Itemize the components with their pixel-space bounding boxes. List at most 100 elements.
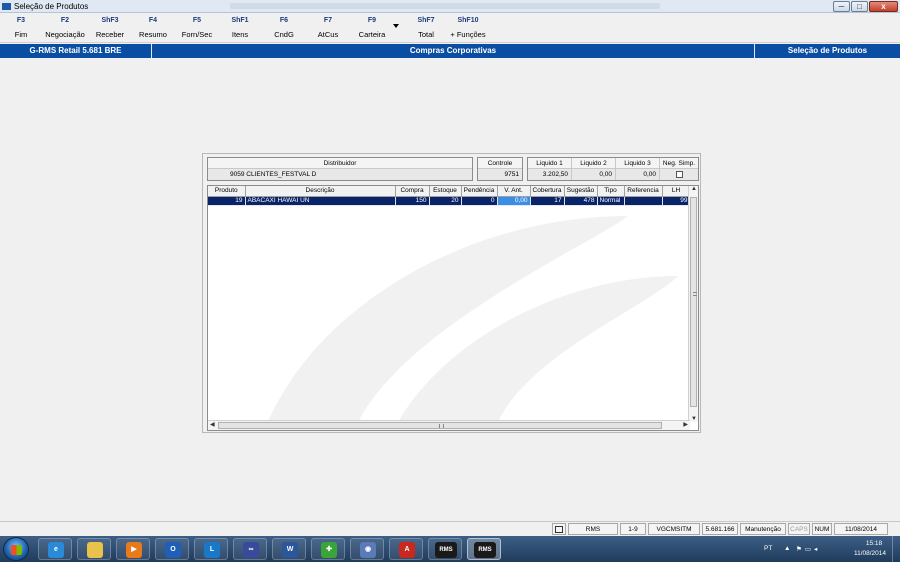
fkey-receber[interactable]: ShF3 Receber <box>92 17 128 39</box>
product-selection-panel: Distribuidor 9059 CLIENTES_FESTVAL D Con… <box>202 153 701 433</box>
status-num: NUM <box>812 523 832 535</box>
windows-logo-icon <box>11 545 22 555</box>
fkey-mais-funcoes[interactable]: ShF10 + Funções <box>448 17 488 39</box>
distribuidor-label: Distribuidor <box>208 158 472 169</box>
taskbar-remote-app-button[interactable]: ◉ <box>350 538 384 560</box>
cell-sugestao[interactable]: 478 <box>564 196 598 206</box>
col-sugestao[interactable]: Sugestão <box>564 186 598 197</box>
fkey-code: F9 <box>367 17 377 24</box>
fkey-fim[interactable]: F3 Fim <box>6 17 36 39</box>
taskbar-internet-explorer-button[interactable]: e <box>38 538 72 560</box>
col-produto[interactable]: Produto <box>208 186 246 197</box>
scroll-right-icon[interactable]: ▶ <box>683 421 688 428</box>
col-lh[interactable]: LH <box>662 186 691 197</box>
taskbar-pdf-reader-button[interactable]: A <box>389 538 423 560</box>
clock-time[interactable]: 15:18 <box>856 540 892 547</box>
cell-pendencia[interactable]: 0 <box>461 196 498 206</box>
liquido-group: Liquido 1 3.202,50 Liquido 2 0,00 Liquid… <box>527 157 699 181</box>
start-button[interactable] <box>3 537 29 561</box>
col-compra[interactable]: Compra <box>395 186 430 197</box>
fkey-code: ShF3 <box>101 17 119 24</box>
chevron-down-icon[interactable] <box>393 24 399 28</box>
cell-lh[interactable]: 99 <box>662 196 691 206</box>
controle-value: 9751 <box>478 169 522 180</box>
cell-estoque[interactable]: 20 <box>429 196 462 206</box>
fkey-carteira[interactable]: F9 Carteira <box>354 17 390 39</box>
tray-expand-icon[interactable]: ▲ <box>784 545 790 552</box>
rms-1-icon: RMS <box>435 542 457 558</box>
taskbar-word-button[interactable]: W <box>272 538 306 560</box>
status-bar: RMS 1-9 VGCMSITM 5.681.166 Manutenção CA… <box>0 521 900 535</box>
fkey-itens[interactable]: ShF1 Itens <box>224 17 256 39</box>
scroll-left-icon[interactable]: ◀ <box>210 421 215 428</box>
col-v-ant[interactable]: V. Ant. <box>497 186 531 197</box>
liquido1-value: 3.202,50 <box>528 169 571 180</box>
maximize-button[interactable]: □ <box>851 1 868 12</box>
scroll-up-icon[interactable]: ▲ <box>691 186 697 192</box>
fkey-code: ShF7 <box>417 17 435 24</box>
liquido3-label: Liquido 3 <box>616 158 659 169</box>
status-version: 5.681.166 <box>702 523 738 535</box>
vertical-scrollbar[interactable]: ▲ ▼ <box>688 186 698 422</box>
minimize-button[interactable]: ─ <box>833 1 850 12</box>
fkey-resumo[interactable]: F4 Resumo <box>136 17 170 39</box>
taskbar-lync-button[interactable]: L <box>194 538 228 560</box>
watermark-logo <box>268 216 678 422</box>
fkey-negociacao[interactable]: F2 Negociação <box>42 17 88 39</box>
col-estoque[interactable]: Estoque <box>429 186 462 197</box>
fkey-cndg[interactable]: F6 CndG <box>268 17 300 39</box>
cell-tipo[interactable]: Normal <box>597 196 625 206</box>
taskbar-connector-button[interactable]: ∞ <box>233 538 267 560</box>
taskbar-media-player-button[interactable]: ▶ <box>116 538 150 560</box>
col-tipo[interactable]: Tipo <box>597 186 625 197</box>
fkey-label: Forn/Sec <box>181 30 213 39</box>
horizontal-scrollbar[interactable]: ◀ ▶ <box>208 420 690 430</box>
products-grid: Produto Descrição Compra Estoque Pendênc… <box>207 185 699 431</box>
fkey-code: F2 <box>60 17 70 24</box>
controle-field: Controle 9751 <box>477 157 523 181</box>
fkey-label: Total <box>418 30 434 39</box>
cell-referencia[interactable] <box>624 196 663 206</box>
fkey-atcus[interactable]: F7 AtCus <box>312 17 344 39</box>
fkey-label: Receber <box>95 30 125 39</box>
cell-descricao[interactable]: ABACAXI HAWAI UN <box>245 196 396 206</box>
scroll-down-icon[interactable]: ▼ <box>691 416 697 422</box>
cell-compra[interactable]: 150 <box>395 196 430 206</box>
fkey-forn-sec[interactable]: F5 Forn/Sec <box>178 17 216 39</box>
fkey-code: ShF1 <box>231 17 249 24</box>
taskbar-outlook-button[interactable]: O <box>155 538 189 560</box>
vertical-scroll-thumb[interactable] <box>690 197 697 407</box>
outlook-icon: O <box>165 542 181 558</box>
taskbar-rms-2-button[interactable]: RMS <box>467 538 501 560</box>
col-pendencia[interactable]: Pendência <box>461 186 498 197</box>
horizontal-scroll-thumb[interactable] <box>218 422 662 429</box>
taskbar-update-tool-button[interactable]: ✚ <box>311 538 345 560</box>
file-explorer-icon <box>87 542 103 558</box>
taskbar-rms-1-button[interactable]: RMS <box>428 538 462 560</box>
taskbar-file-explorer-button[interactable] <box>77 538 111 560</box>
show-desktop-button[interactable] <box>892 536 900 562</box>
status-date: 11/08/2014 <box>834 523 888 535</box>
liquido3-value: 0,00 <box>616 169 659 180</box>
col-referencia[interactable]: Referencia <box>624 186 663 197</box>
language-indicator[interactable]: PT <box>764 545 772 552</box>
close-button[interactable]: x <box>869 1 898 12</box>
col-cobertura[interactable]: Cobertura <box>530 186 565 197</box>
cell-cobertura[interactable]: 17 <box>530 196 565 206</box>
window-title: Seleção de Produtos <box>14 2 89 11</box>
product-version: G-RMS Retail 5.681 BRE <box>0 44 152 58</box>
col-descricao[interactable]: Descrição <box>245 186 396 197</box>
title-bar-blurred-text <box>230 3 660 9</box>
fkey-code: F5 <box>192 17 202 24</box>
cell-produto[interactable]: 19 <box>208 196 246 206</box>
cell-v-ant[interactable]: 0,00 <box>497 196 531 206</box>
title-bar: Seleção de Produtos ─ □ x <box>0 0 900 13</box>
fkey-label: Negociação <box>45 30 85 39</box>
clock-date[interactable]: 11/08/2014 <box>848 550 892 557</box>
liquido2-label: Liquido 2 <box>572 158 615 169</box>
tray-icons[interactable]: ⚑▭◂ <box>796 545 820 553</box>
lync-icon: L <box>204 542 220 558</box>
neg-simp-checkbox[interactable] <box>675 170 683 178</box>
table-row[interactable]: 19 ABACAXI HAWAI UN 150 20 0 0,00 17 478… <box>208 196 691 206</box>
fkey-total[interactable]: ShF7 Total <box>410 17 442 39</box>
